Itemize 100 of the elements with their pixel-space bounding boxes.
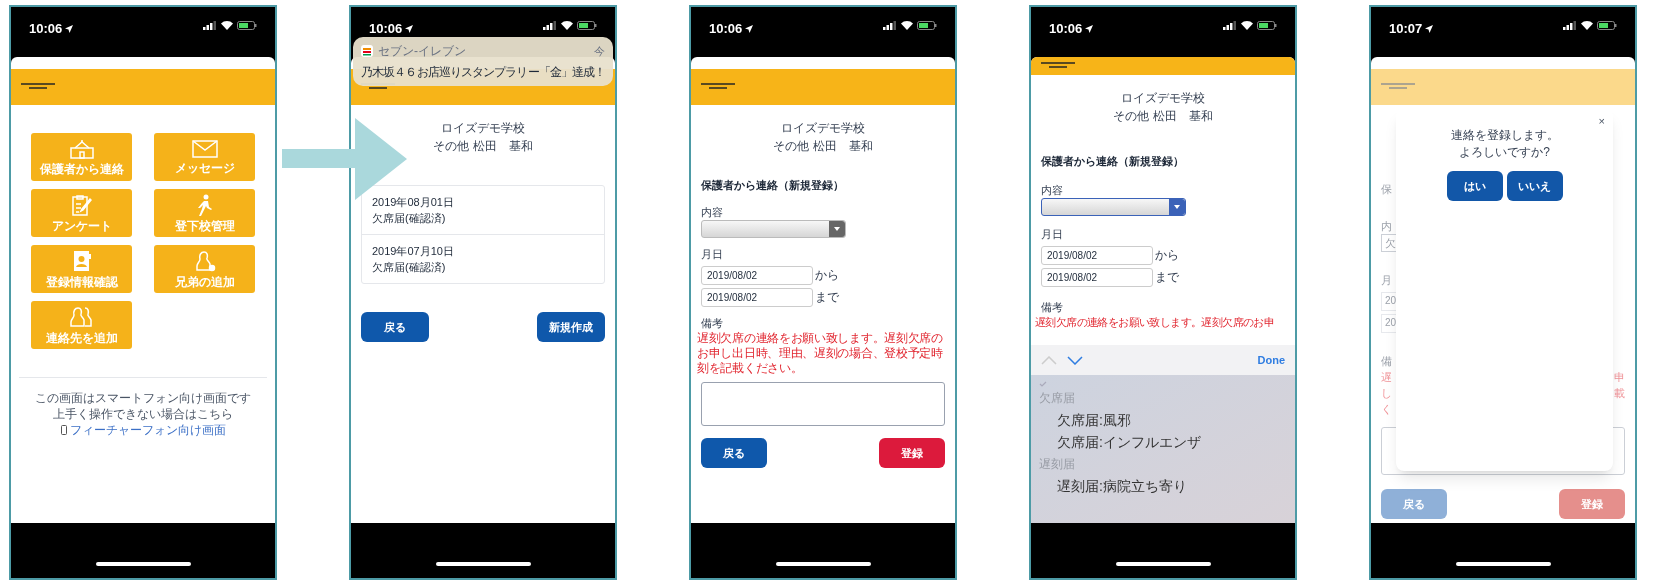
register-button[interactable]: 登録 bbox=[879, 438, 945, 468]
home-indicator[interactable] bbox=[435, 562, 531, 566]
field-label: 月日 bbox=[700, 247, 724, 262]
tile-label: 連絡先を追加 bbox=[45, 330, 118, 345]
home-indicator[interactable] bbox=[1455, 562, 1551, 566]
status-time: 10:07 bbox=[1389, 20, 1423, 38]
date-field[interactable]: 2019/08/02 bbox=[701, 287, 813, 307]
signal-icon bbox=[883, 21, 897, 30]
tile-label: アンケート bbox=[51, 218, 112, 233]
envelope-icon bbox=[191, 139, 218, 158]
home-indicator[interactable] bbox=[95, 562, 191, 566]
signal-icon bbox=[1223, 21, 1237, 30]
close-button[interactable]: × bbox=[1598, 113, 1605, 130]
chevron-down-icon bbox=[1067, 355, 1083, 365]
wifi-icon bbox=[221, 21, 233, 30]
footer-text: この画面はスマートフォン向け画面です bbox=[35, 390, 251, 406]
create-button[interactable]: 新規作成 bbox=[537, 312, 605, 342]
home-indicator[interactable] bbox=[1115, 562, 1211, 566]
notification-message: 乃木坂４６お店巡りスタンプラリー「金」達成！ bbox=[361, 64, 605, 81]
field-label: 月日 bbox=[1040, 227, 1064, 242]
wifi-icon bbox=[561, 21, 573, 30]
chevron-up-icon bbox=[1041, 355, 1057, 365]
battery-icon bbox=[237, 21, 257, 30]
field-label: 備考 bbox=[700, 315, 724, 331]
people-icon bbox=[68, 305, 95, 328]
notification-banner[interactable]: セブン-イレブン 今 乃木坂４６お店巡りスタンプラリー「金」達成！ bbox=[353, 37, 613, 86]
field-label: 月 bbox=[1380, 273, 1393, 288]
date-suffix: から bbox=[815, 267, 839, 284]
logo-icon bbox=[701, 83, 735, 91]
home-indicator[interactable] bbox=[775, 562, 871, 566]
school-name: ロイズデモ学校 bbox=[441, 120, 525, 137]
field-label: 内 bbox=[1380, 218, 1393, 234]
clipboard-icon bbox=[70, 193, 93, 216]
signal-icon bbox=[543, 21, 557, 30]
picker-option[interactable]: 欠席届:インフルエンザ bbox=[1039, 431, 1287, 453]
tile-label: 兄弟の追加 bbox=[174, 274, 235, 289]
notification-app: セブン-イレブン bbox=[378, 43, 467, 60]
notes-textarea[interactable] bbox=[701, 382, 945, 426]
signal-icon bbox=[1563, 21, 1577, 30]
check-icon bbox=[1039, 381, 1047, 387]
notes-hint: 載 bbox=[1614, 386, 1625, 401]
field-label: 備考 bbox=[1040, 299, 1064, 315]
section-heading: 保 bbox=[1380, 182, 1393, 197]
date-suffix: から bbox=[1155, 247, 1179, 264]
date-suffix: まで bbox=[1155, 269, 1179, 286]
battery-icon bbox=[577, 21, 597, 30]
person-add-icon bbox=[193, 249, 216, 272]
battery-icon bbox=[917, 21, 937, 30]
location-arrow-icon bbox=[405, 24, 414, 33]
wifi-icon bbox=[1581, 21, 1593, 30]
back-button[interactable]: 戻る bbox=[701, 438, 767, 468]
no-button[interactable]: いいえ bbox=[1506, 171, 1563, 201]
picker-option[interactable]: 遅刻届:病院立ち寄り bbox=[1039, 475, 1287, 497]
back-button[interactable]: 戻る bbox=[361, 312, 429, 342]
school-name: ロイズデモ学校 bbox=[781, 120, 865, 137]
entry-date: 2019年08月01日 bbox=[372, 195, 455, 210]
logo-icon bbox=[1041, 62, 1075, 70]
tile-label: メッセージ bbox=[174, 160, 235, 175]
field-label: 内容 bbox=[700, 204, 724, 220]
battery-icon bbox=[1257, 21, 1277, 30]
status-time: 10:06 bbox=[29, 20, 63, 38]
feature-phone-link[interactable]: フィーチャーフォン向け画面 bbox=[69, 422, 226, 438]
dialog-message: よろしいですか? bbox=[1459, 144, 1550, 161]
dropdown-icon bbox=[834, 227, 840, 231]
date-field[interactable]: 2019/08/02 bbox=[1041, 267, 1153, 287]
entry-status: 欠席届(確認済) bbox=[372, 260, 447, 275]
contact-card-icon bbox=[71, 249, 92, 272]
footer-text: 上手く操作できない場合はこちら bbox=[53, 406, 233, 422]
select-field[interactable] bbox=[1041, 198, 1186, 216]
yes-button[interactable]: はい bbox=[1446, 171, 1503, 201]
notes-hint: く bbox=[1381, 402, 1392, 417]
battery-icon bbox=[1597, 21, 1617, 30]
date-field[interactable]: 2019/08/02 bbox=[1041, 245, 1153, 265]
status-time: 10:06 bbox=[1049, 20, 1083, 38]
school-name: ロイズデモ学校 bbox=[1121, 90, 1205, 107]
location-arrow-icon bbox=[1425, 24, 1434, 33]
notes-hint: 遅刻欠席の連絡をお願い致します。遅刻欠席のお申し出日時、理由、遅刻の場合、登校予定時刻を記載ください。 bbox=[696, 331, 944, 376]
wifi-icon bbox=[901, 21, 913, 30]
picker-option[interactable]: 欠席届:風邪 bbox=[1039, 409, 1287, 431]
dropdown-icon bbox=[1174, 205, 1180, 209]
history-item[interactable]: 2019年07月10日 欠席届(確認済) bbox=[362, 234, 604, 283]
date-suffix: まで bbox=[815, 289, 839, 306]
section-heading: 保護者から連絡（新規登録） bbox=[700, 178, 845, 193]
field-label: 内容 bbox=[1040, 182, 1064, 198]
logo-icon bbox=[21, 83, 55, 91]
select-field[interactable] bbox=[701, 220, 846, 238]
tile-label: 保護者から連絡 bbox=[39, 161, 124, 176]
date-field[interactable]: 2019/08/02 bbox=[701, 265, 813, 285]
done-button[interactable]: Done bbox=[1257, 351, 1285, 369]
location-arrow-icon bbox=[1085, 24, 1094, 33]
status-time: 10:06 bbox=[369, 20, 403, 38]
notes-hint: 申 bbox=[1614, 370, 1625, 385]
app-icon bbox=[361, 45, 373, 57]
tile-label: 登下校管理 bbox=[174, 218, 235, 233]
history-item[interactable]: 2019年08月01日 欠席届(確認済) bbox=[362, 186, 604, 234]
tile-label: 登録情報確認 bbox=[45, 274, 118, 289]
notes-hint: 遅刻欠席の連絡をお願い致します。遅刻欠席のお申 bbox=[1034, 315, 1276, 330]
field-label: 備 bbox=[1380, 353, 1393, 369]
user-name: その他 松田 基和 bbox=[1113, 108, 1213, 125]
location-arrow-icon bbox=[65, 24, 74, 33]
